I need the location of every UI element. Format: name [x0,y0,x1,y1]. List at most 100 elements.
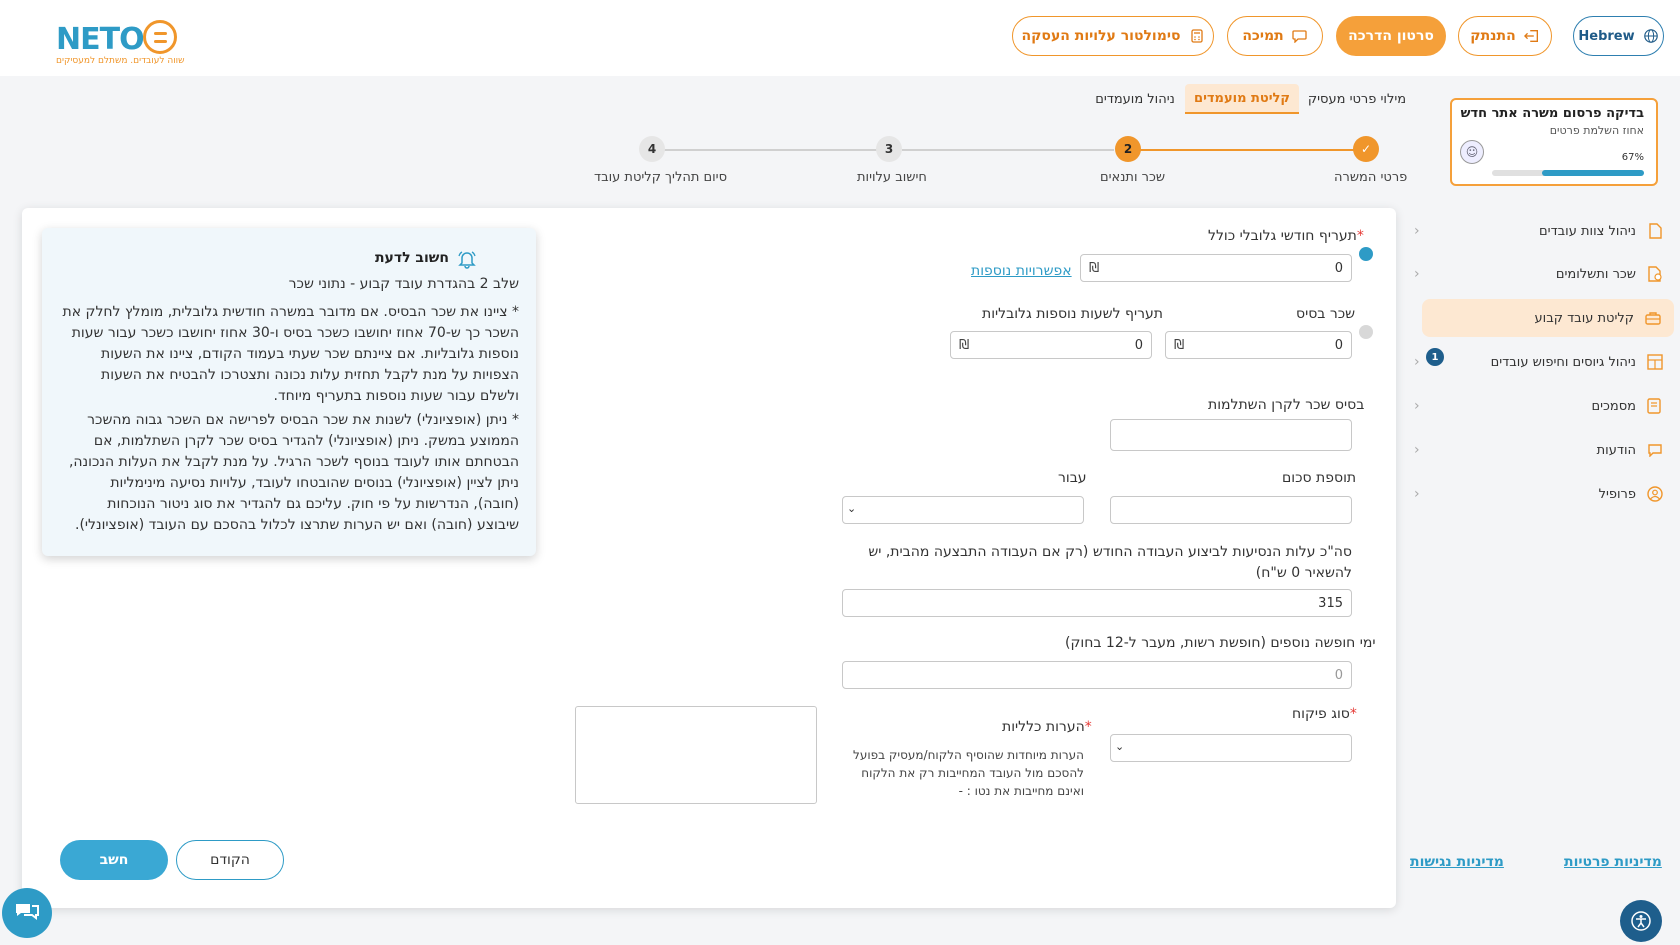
stepper-connector [902,149,1114,151]
sidebar-item-documents[interactable]: מסמכים ‹ [1410,387,1676,425]
step-4-circle: 4 [639,136,665,162]
logo-tagline: שווה לעובדים. משתלם למעסיקים [56,56,185,66]
chevron-left-icon: ‹ [1414,442,1420,458]
info-box-subtitle: שלב 2 בהגדרת עובד קבוע - נתוני שכר [288,276,519,292]
payment-icon [1646,265,1664,283]
chat-bubble-icon [1292,28,1308,44]
bell-icon [456,248,478,270]
support-button[interactable]: תמיכה [1227,16,1323,56]
global-salary-radio[interactable] [1359,247,1373,261]
shekel-icon: ₪ [1174,337,1185,353]
overtime-rate-input[interactable]: ₪ 0 [950,331,1152,359]
step-1-label: פרטי המשרה [1334,170,1408,185]
previous-button[interactable]: הקודם [176,840,284,880]
chevron-left-icon: ‹ [1414,266,1420,282]
sidebar-item-label: פרופיל [1598,486,1636,502]
for-select[interactable]: ⌄ [842,496,1084,524]
step-1-circle: ✓ [1353,136,1379,162]
sidebar-item-label: ניהול צוות עובדים [1539,223,1636,239]
chevron-left-icon: ‹ [1414,354,1420,370]
chevron-down-icon: ⌄ [847,502,857,515]
base-salary-input[interactable]: ₪ 0 [1165,331,1352,359]
neto-logo[interactable]: NETO שווה לעובדים. משתלם למעסיקים [52,16,192,68]
accessibility-icon[interactable] [1620,900,1662,942]
global-salary-input[interactable]: ₪ 0 [1080,254,1352,282]
sidebar-item-label: הודעות [1596,442,1636,458]
step-2-circle: 2 [1115,136,1141,162]
supervision-type-label: *סוג פיקוח [1292,706,1357,722]
base-salary-label: שכר בסיס [1296,306,1356,322]
sidebar-item-label: ניהול גיוסים וחיפוש עובדים [1490,354,1636,370]
simulator-label: סימולטור עלויות העסקה [1021,28,1181,44]
logout-icon [1523,28,1540,44]
step-3-circle: 3 [876,136,902,162]
completion-card-title: בדיקה פרסום משרה אתר חדש [1460,106,1644,121]
chevron-left-icon: ‹ [1414,223,1420,239]
info-box-paragraph-1: * ציינו את שכר הבסיס. אם מדובר במשרה חוד… [62,304,519,404]
completion-card-subtitle: אחוז השלמת פרטים [1549,124,1644,137]
tab-employer-details[interactable]: מילוי פרטי מעסיק [1307,84,1407,114]
travel-cost-label: סה"כ עלות הנסיעות לביצוע העבודה החודש (ר… [868,544,1352,581]
sidebar-item-team[interactable]: ניהול צוות עובדים ‹ [1410,212,1676,250]
completion-card[interactable]: בדיקה פרסום משרה אתר חדש אחוז השלמת פרטי… [1450,98,1658,186]
overtime-rate-label: תעריף לשעות נוספות גלובליות [982,306,1163,322]
sidebar-item-payroll[interactable]: שכר ותשלומים ‹ [1410,255,1676,293]
completion-progress-bar [1492,170,1644,176]
calculate-button[interactable]: חשב [60,840,168,880]
tutorial-button[interactable]: סרטון הדרכה [1336,16,1446,56]
travel-cost-input[interactable]: 315 [842,589,1352,617]
file-icon [1646,222,1664,240]
bonus-input[interactable] [1110,496,1352,524]
grid-icon [1646,353,1664,371]
step-3-label: חישוב עלויות [857,170,927,185]
sidebar-item-label: שכר ותשלומים [1555,266,1636,282]
chat-widget-icon[interactable] [2,888,52,938]
pension-base-input[interactable] [1110,419,1352,451]
calculator-icon [1189,28,1205,44]
top-header: NETO שווה לעובדים. משתלם למעסיקים סימולט… [0,0,1680,76]
chat-icon [1646,441,1664,459]
sidebar-item-messages[interactable]: הודעות ‹ [1410,431,1676,469]
global-salary-label: *תעריף חודשי גלובלי כולל [1208,228,1364,244]
stepper-connector [1140,149,1354,151]
avatar-icon: ☺ [1460,140,1484,164]
supervision-type-select[interactable]: ⌄ [1110,734,1352,762]
chevron-down-icon: ⌄ [1115,740,1125,753]
tutorial-label: סרטון הדרכה [1348,28,1434,44]
info-box-title: חשוב לדעת [374,250,449,266]
shekel-icon: ₪ [1089,260,1100,276]
general-notes-textarea[interactable] [575,706,817,804]
chevron-left-icon: ‹ [1414,398,1420,414]
more-options-link[interactable]: אפשרויות נוספות [971,263,1072,279]
support-label: תמיכה [1242,28,1284,44]
base-salary-radio[interactable] [1359,325,1373,339]
accessibility-policy-link[interactable]: מדיניות נגישות [1410,854,1504,870]
sidebar-item-permanent-employee[interactable]: קליטת עובד קבוע [1422,299,1674,337]
general-notes-hint: הערות מיוחדות שהוסיף הלקוח/מעסיק בפועל ל… [853,748,1084,798]
globe-icon [1643,28,1659,44]
language-selector[interactable]: Hebrew [1573,16,1664,56]
simulator-button[interactable]: סימולטור עלויות העסקה [1012,16,1214,56]
completion-progress-fill [1542,170,1644,176]
shekel-icon: ₪ [959,337,970,353]
vacation-days-label: ימי חופשה נוספים (חופשת רשות, מעבר ל-12 … [1065,635,1376,651]
logout-button[interactable]: התנתק [1458,16,1552,56]
completion-percent: 67% [1621,152,1644,163]
stepper-connector [664,149,890,151]
vacation-days-input[interactable]: 0 [842,661,1352,689]
tab-candidate-management[interactable]: ניהול מועמדים [1090,84,1180,114]
language-label: Hebrew [1578,28,1635,44]
logo-symbol-icon [143,20,177,54]
logout-label: התנתק [1470,28,1516,44]
notification-badge: 1 [1426,348,1444,366]
user-icon [1646,485,1664,503]
privacy-policy-link[interactable]: מדיניות פרטיות [1564,854,1662,870]
pension-base-label: בסיס שכר לקרן השתלמות [1208,397,1365,413]
sidebar-item-recruitment[interactable]: ניהול גיוסים וחיפוש עובדים 1 ‹ [1410,343,1676,381]
tab-candidate-intake[interactable]: קליטת מועמדים [1185,84,1299,114]
step-4-label: סיום תהליך קליטת עובד [594,170,728,185]
sidebar-item-profile[interactable]: פרופיל ‹ [1410,475,1676,513]
logo-wordmark: NETO [56,22,145,57]
info-box: חשוב לדעת שלב 2 בהגדרת עובד קבוע - נתוני… [42,228,536,556]
sidebar-item-label: מסמכים [1591,398,1636,414]
